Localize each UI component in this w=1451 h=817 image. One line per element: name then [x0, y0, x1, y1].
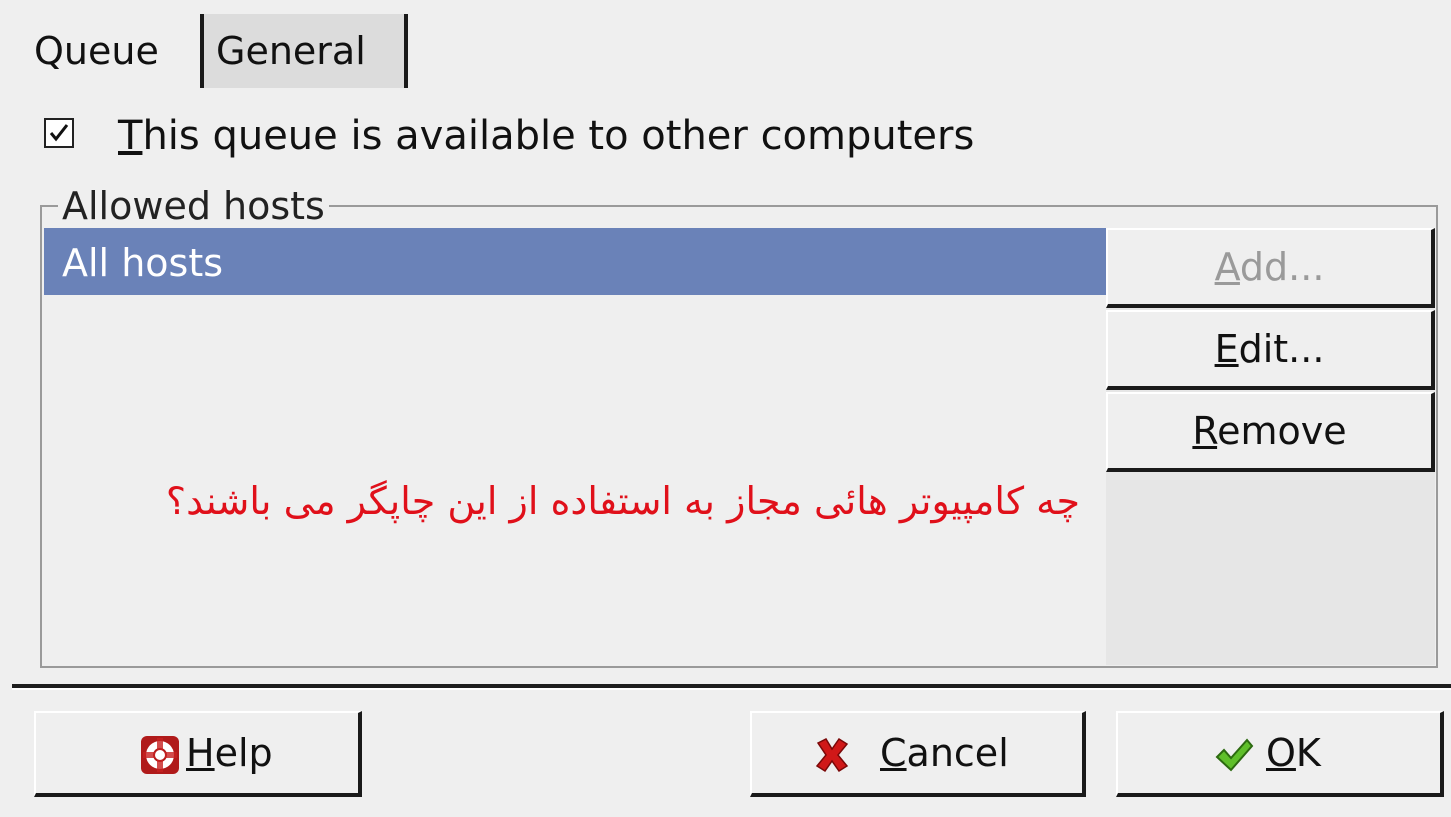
ok-button[interactable]: OK — [1116, 711, 1444, 797]
tab-queue-label: Queue — [34, 29, 159, 73]
separator-highlight — [12, 688, 1451, 690]
help-button[interactable]: Help — [34, 711, 362, 797]
add-button[interactable]: Add... — [1106, 228, 1435, 308]
allowed-hosts-label: Allowed hosts — [58, 184, 329, 228]
remove-button[interactable]: Remove — [1106, 392, 1435, 472]
share-queue-checkbox[interactable] — [44, 118, 74, 148]
edit-button[interactable]: Edit... — [1106, 310, 1435, 390]
checkmark-icon — [49, 124, 69, 142]
red-x-icon — [815, 737, 849, 773]
tab-queue[interactable]: Queue — [0, 14, 200, 88]
tab-general-label: General — [216, 29, 366, 73]
share-queue-label[interactable]: This queue is available to other compute… — [118, 112, 974, 160]
list-item[interactable]: All hosts — [44, 228, 1106, 295]
allowed-hosts-list[interactable]: All hosts — [44, 228, 1106, 665]
green-check-icon — [1215, 738, 1254, 772]
cancel-button[interactable]: Cancel — [750, 711, 1086, 797]
list-item-label: All hosts — [62, 241, 224, 285]
annotation-text: چه کامپیوتر هائی مجاز به استفاده از این … — [165, 479, 1080, 523]
lifebuoy-icon — [141, 736, 179, 774]
tab-general[interactable]: General — [200, 14, 408, 88]
